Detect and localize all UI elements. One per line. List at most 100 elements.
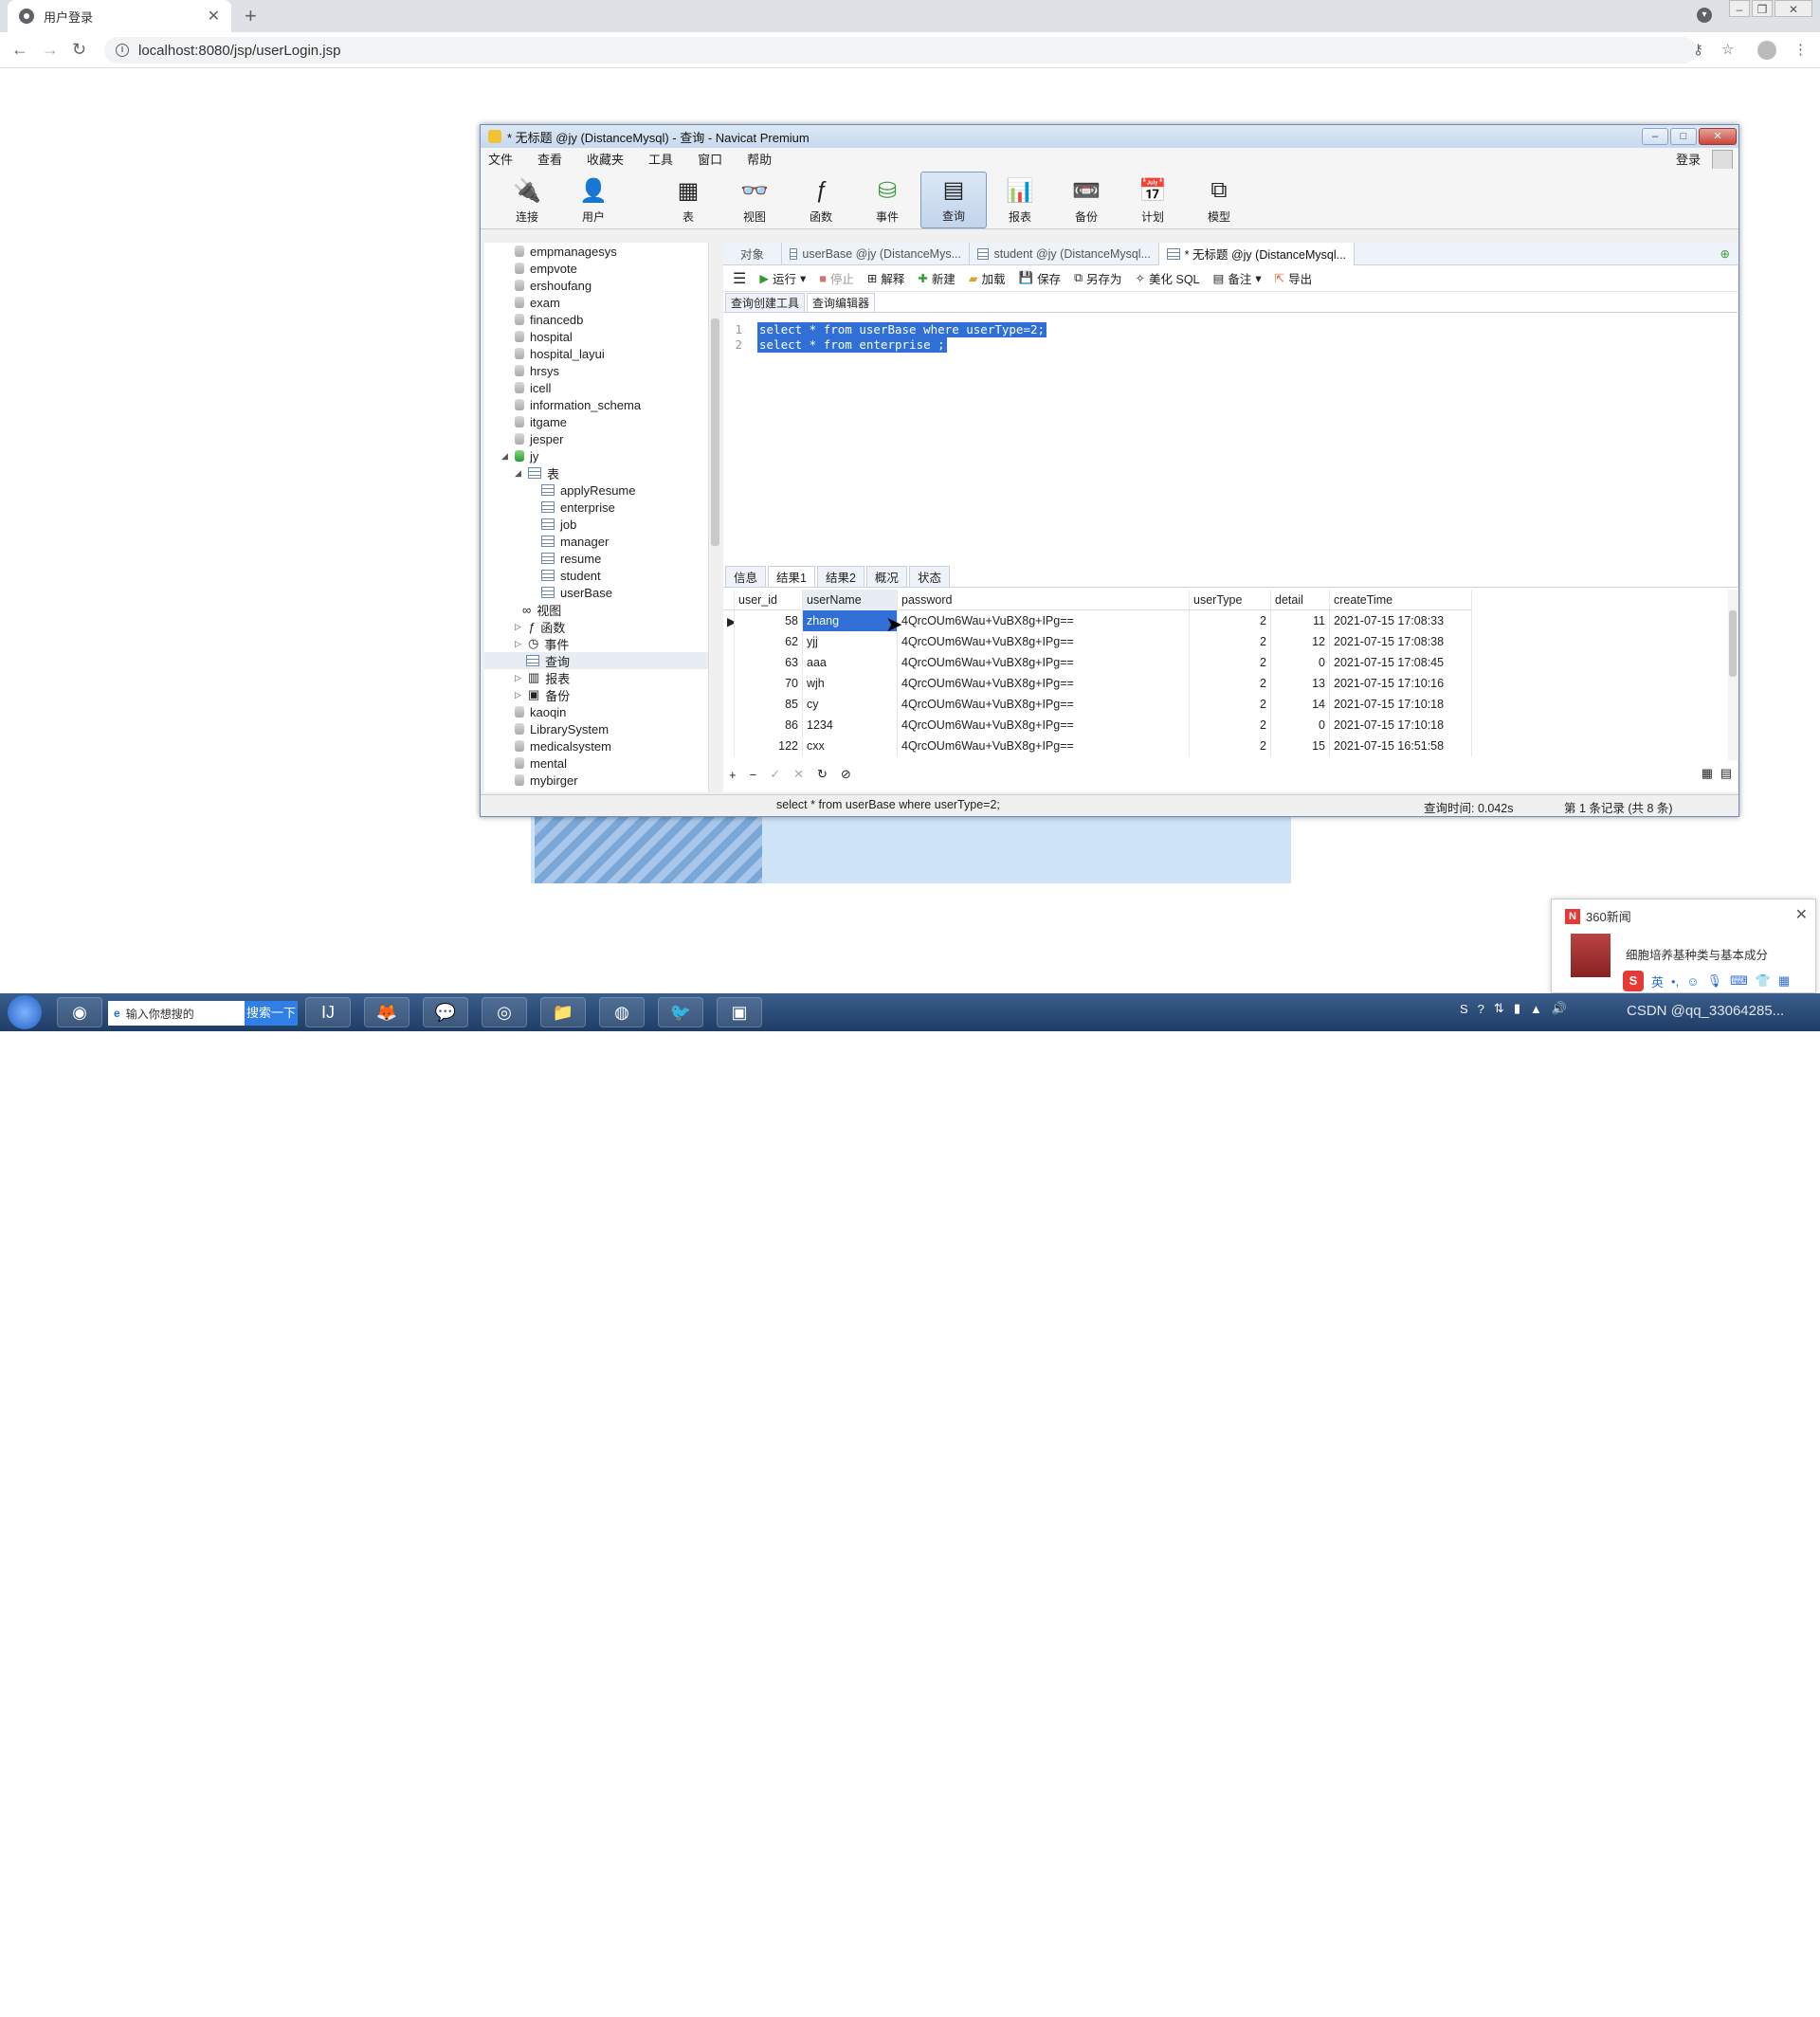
tab-untitled-query[interactable]: * 无标题 @jy (DistanceMysql... <box>1159 242 1356 265</box>
tree-db[interactable]: hospital_layui <box>515 345 605 362</box>
tree-scroll-thumb[interactable] <box>711 318 719 546</box>
tree-db[interactable]: exam <box>515 294 560 311</box>
restore-icon[interactable]: ❐ <box>1752 0 1773 17</box>
table-row[interactable]: 70 wjh 4QrcOUm6Wau+VuBX8g+IPg== 2 13 202… <box>723 673 1472 694</box>
eclipse-icon[interactable]: ◎ <box>482 997 527 1027</box>
tree-db[interactable]: kaoqin <box>515 703 566 720</box>
navicat-close-icon[interactable]: ✕ <box>1699 128 1737 145</box>
minimize-icon[interactable]: – <box>1729 0 1750 17</box>
add-tab-icon[interactable]: ⊕ <box>1720 246 1730 261</box>
tree-table[interactable]: userBase <box>541 584 612 601</box>
sogou-tray-icon[interactable]: S <box>1460 1002 1468 1016</box>
tree-table[interactable]: job <box>541 516 576 533</box>
menu-tools[interactable]: 工具 <box>648 150 673 168</box>
comment-button[interactable]: ▤ 备注 ▾ <box>1213 269 1262 287</box>
cell[interactable]: 86 <box>735 715 803 736</box>
load-button[interactable]: ▰ 加载 <box>969 269 1006 287</box>
cell[interactable]: wjh <box>803 673 898 694</box>
cell[interactable]: 63 <box>735 652 803 673</box>
cell[interactable]: 2 <box>1190 652 1271 673</box>
grid-scrollbar[interactable] <box>1728 590 1738 760</box>
tree-db[interactable]: icell <box>515 379 551 396</box>
cell[interactable]: 4QrcOUm6Wau+VuBX8g+IPg== <box>898 652 1190 673</box>
menu-help[interactable]: 帮助 <box>747 150 772 168</box>
form-view-icon[interactable]: ▤ <box>1720 766 1732 781</box>
start-button[interactable] <box>8 995 42 1029</box>
table-row[interactable]: 86 1234 4QrcOUm6Wau+VuBX8g+IPg== 2 0 202… <box>723 715 1472 736</box>
expand-arrow-icon[interactable]: ▷ <box>515 690 522 700</box>
table-row[interactable]: 85 cy 4QrcOUm6Wau+VuBX8g+IPg== 2 14 2021… <box>723 694 1472 715</box>
col-header[interactable]: createTime <box>1330 589 1472 610</box>
tab-result1[interactable]: 结果1 <box>768 566 815 587</box>
site-info-icon[interactable]: i <box>116 44 129 57</box>
new-button[interactable]: ✚ 新建 <box>918 269 956 287</box>
mic-icon[interactable]: 🎙 <box>1706 973 1722 989</box>
tree-table[interactable]: manager <box>541 533 609 550</box>
punctuation-icon[interactable]: •, <box>1671 974 1679 989</box>
cell[interactable]: 2 <box>1190 736 1271 756</box>
taskbar-search-button[interactable]: 搜索一下 <box>245 1001 298 1026</box>
tab-objects[interactable]: 对象 <box>723 242 783 265</box>
cell[interactable]: 14 <box>1271 694 1330 715</box>
user-avatar[interactable] <box>1712 150 1733 171</box>
tree-table[interactable]: resume <box>541 550 601 567</box>
address-bar[interactable]: i localhost:8080/jsp/userLogin.jsp <box>104 37 1697 64</box>
menu-view[interactable]: 查看 <box>537 150 562 168</box>
ime-mode[interactable]: 英 <box>1651 972 1664 990</box>
col-header[interactable]: user_id <box>735 589 803 610</box>
tree-scrollbar[interactable] <box>708 243 721 792</box>
cell[interactable]: 4QrcOUm6Wau+VuBX8g+IPg== <box>898 715 1190 736</box>
export-button[interactable]: ⇱ 导出 <box>1275 269 1313 287</box>
cell[interactable]: 0 <box>1271 715 1330 736</box>
tree-db[interactable]: LibrarySystem <box>515 720 609 737</box>
collapse-arrow-icon[interactable]: ◢ <box>501 451 509 462</box>
cell[interactable]: cy <box>803 694 898 715</box>
tool-view[interactable]: 👓 视图 <box>721 172 788 228</box>
key-icon[interactable]: ⚷ <box>1693 41 1703 58</box>
browser-tab[interactable]: 用户登录 ✕ <box>8 0 231 32</box>
tab-status[interactable]: 状态 <box>908 566 950 587</box>
battery-tray-icon[interactable]: ▮ <box>1514 1001 1520 1016</box>
cell[interactable]: 4QrcOUm6Wau+VuBX8g+IPg== <box>898 610 1190 631</box>
tab-query-builder[interactable]: 查询创建工具 <box>725 293 806 312</box>
tool-model[interactable]: ⧉ 模型 <box>1186 172 1252 228</box>
tree-group-backups[interactable]: ▷ ▣ 备份 <box>515 686 570 703</box>
col-header[interactable]: userType <box>1190 589 1271 610</box>
save-button[interactable]: 💾 保存 <box>1018 269 1061 287</box>
tree-group-events[interactable]: ▷ ◷ 事件 <box>515 635 569 652</box>
tree-db[interactable]: medicalsystem <box>515 737 611 754</box>
tree-group-queries[interactable]: 查询 <box>484 652 708 669</box>
tool-table[interactable]: ▦ 表 <box>655 172 721 228</box>
taskbar-search-input[interactable]: e 输入你想搜的 <box>108 1001 246 1026</box>
tree-db[interactable]: ershoufang <box>515 277 592 294</box>
tree-db[interactable]: empvote <box>515 260 577 277</box>
tool-backup[interactable]: 📼 备份 <box>1053 172 1119 228</box>
tool-schedule[interactable]: 📅 计划 <box>1119 172 1186 228</box>
grid-scroll-thumb[interactable] <box>1729 610 1737 677</box>
cell[interactable]: 4QrcOUm6Wau+VuBX8g+IPg== <box>898 736 1190 756</box>
close-tab-icon[interactable]: ✕ <box>208 7 220 26</box>
grid-menu-icon[interactable]: ▦ <box>1778 973 1790 989</box>
explain-button[interactable]: ⊞ 解释 <box>867 269 905 287</box>
intellij-icon[interactable]: IJ <box>305 997 351 1027</box>
tree-db[interactable]: empmanagesys <box>515 243 617 260</box>
cell[interactable]: 70 <box>735 673 803 694</box>
run-button[interactable]: ▶ 运行 ▾ <box>759 269 806 287</box>
apply-icon[interactable]: ✓ <box>770 767 780 782</box>
cell[interactable]: 4QrcOUm6Wau+VuBX8g+IPg== <box>898 673 1190 694</box>
terminal-icon[interactable]: ▣ <box>717 997 762 1027</box>
tree-db[interactable]: itgame <box>515 413 567 430</box>
tab-result2[interactable]: 结果2 <box>816 566 864 587</box>
table-row[interactable]: 63 aaa 4QrcOUm6Wau+VuBX8g+IPg== 2 0 2021… <box>723 652 1472 673</box>
menu-favorites[interactable]: 收藏夹 <box>587 150 624 168</box>
table-row[interactable]: ▶ 58 zhang 4QrcOUm6Wau+VuBX8g+IPg== 2 11… <box>723 610 1472 631</box>
cell[interactable]: 122 <box>735 736 803 756</box>
back-icon[interactable]: ← <box>11 40 28 60</box>
cell[interactable]: 2021-07-15 16:51:58 <box>1330 736 1472 756</box>
cell[interactable]: 85 <box>735 694 803 715</box>
table-row[interactable]: 122 cxx 4QrcOUm6Wau+VuBX8g+IPg== 2 15 20… <box>723 736 1472 756</box>
tab-query-editor[interactable]: 查询编辑器 <box>807 293 876 312</box>
navicat-taskbar-icon[interactable]: 🐦 <box>658 997 703 1027</box>
tree-db[interactable]: financedb <box>515 311 583 328</box>
tree-db[interactable]: hospital <box>515 328 573 345</box>
